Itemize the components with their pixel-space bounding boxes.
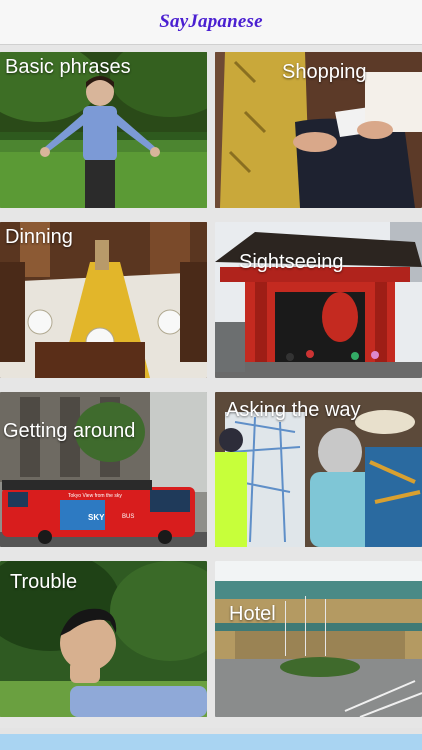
- trouble-label: Trouble: [10, 571, 78, 593]
- category-tile-getting-around[interactable]: Tokyo View from the sky SKY BUS Getting …: [0, 392, 207, 547]
- category-tile-shopping[interactable]: Shopping: [215, 52, 422, 208]
- category-tile-asking-the-way[interactable]: Asking the way: [215, 392, 422, 547]
- app-header: SayJapanese: [0, 0, 422, 45]
- hotel-photo: [215, 561, 422, 717]
- bus-word-text: BUS: [122, 514, 134, 520]
- app-title: SayJapanese: [159, 11, 263, 32]
- getting-around-label: Getting around: [3, 420, 136, 442]
- basic-phrases-label: Basic phrases: [5, 56, 131, 78]
- bottom-accent-bar: [0, 734, 422, 750]
- category-tile-trouble[interactable]: Trouble: [0, 561, 207, 717]
- category-tile-sightseeing[interactable]: Sightseeing: [215, 222, 422, 378]
- hotel-label: Hotel: [229, 603, 276, 625]
- category-tile-dinning[interactable]: Dinning: [0, 222, 207, 378]
- getting-around-photo: Tokyo View from the sky SKY BUS: [0, 392, 207, 547]
- sightseeing-photo: [215, 222, 422, 378]
- category-tile-basic-phrases[interactable]: Basic phrases: [0, 52, 207, 208]
- shopping-label: Shopping: [282, 61, 367, 83]
- sightseeing-label: Sightseeing: [239, 251, 344, 273]
- bus-logo-text: SKY: [88, 513, 105, 522]
- category-tile-hotel[interactable]: Hotel: [215, 561, 422, 717]
- bus-sign-text: Tokyo View from the sky: [68, 493, 122, 499]
- asking-the-way-label: Asking the way: [226, 399, 361, 421]
- dinning-label: Dinning: [5, 226, 73, 248]
